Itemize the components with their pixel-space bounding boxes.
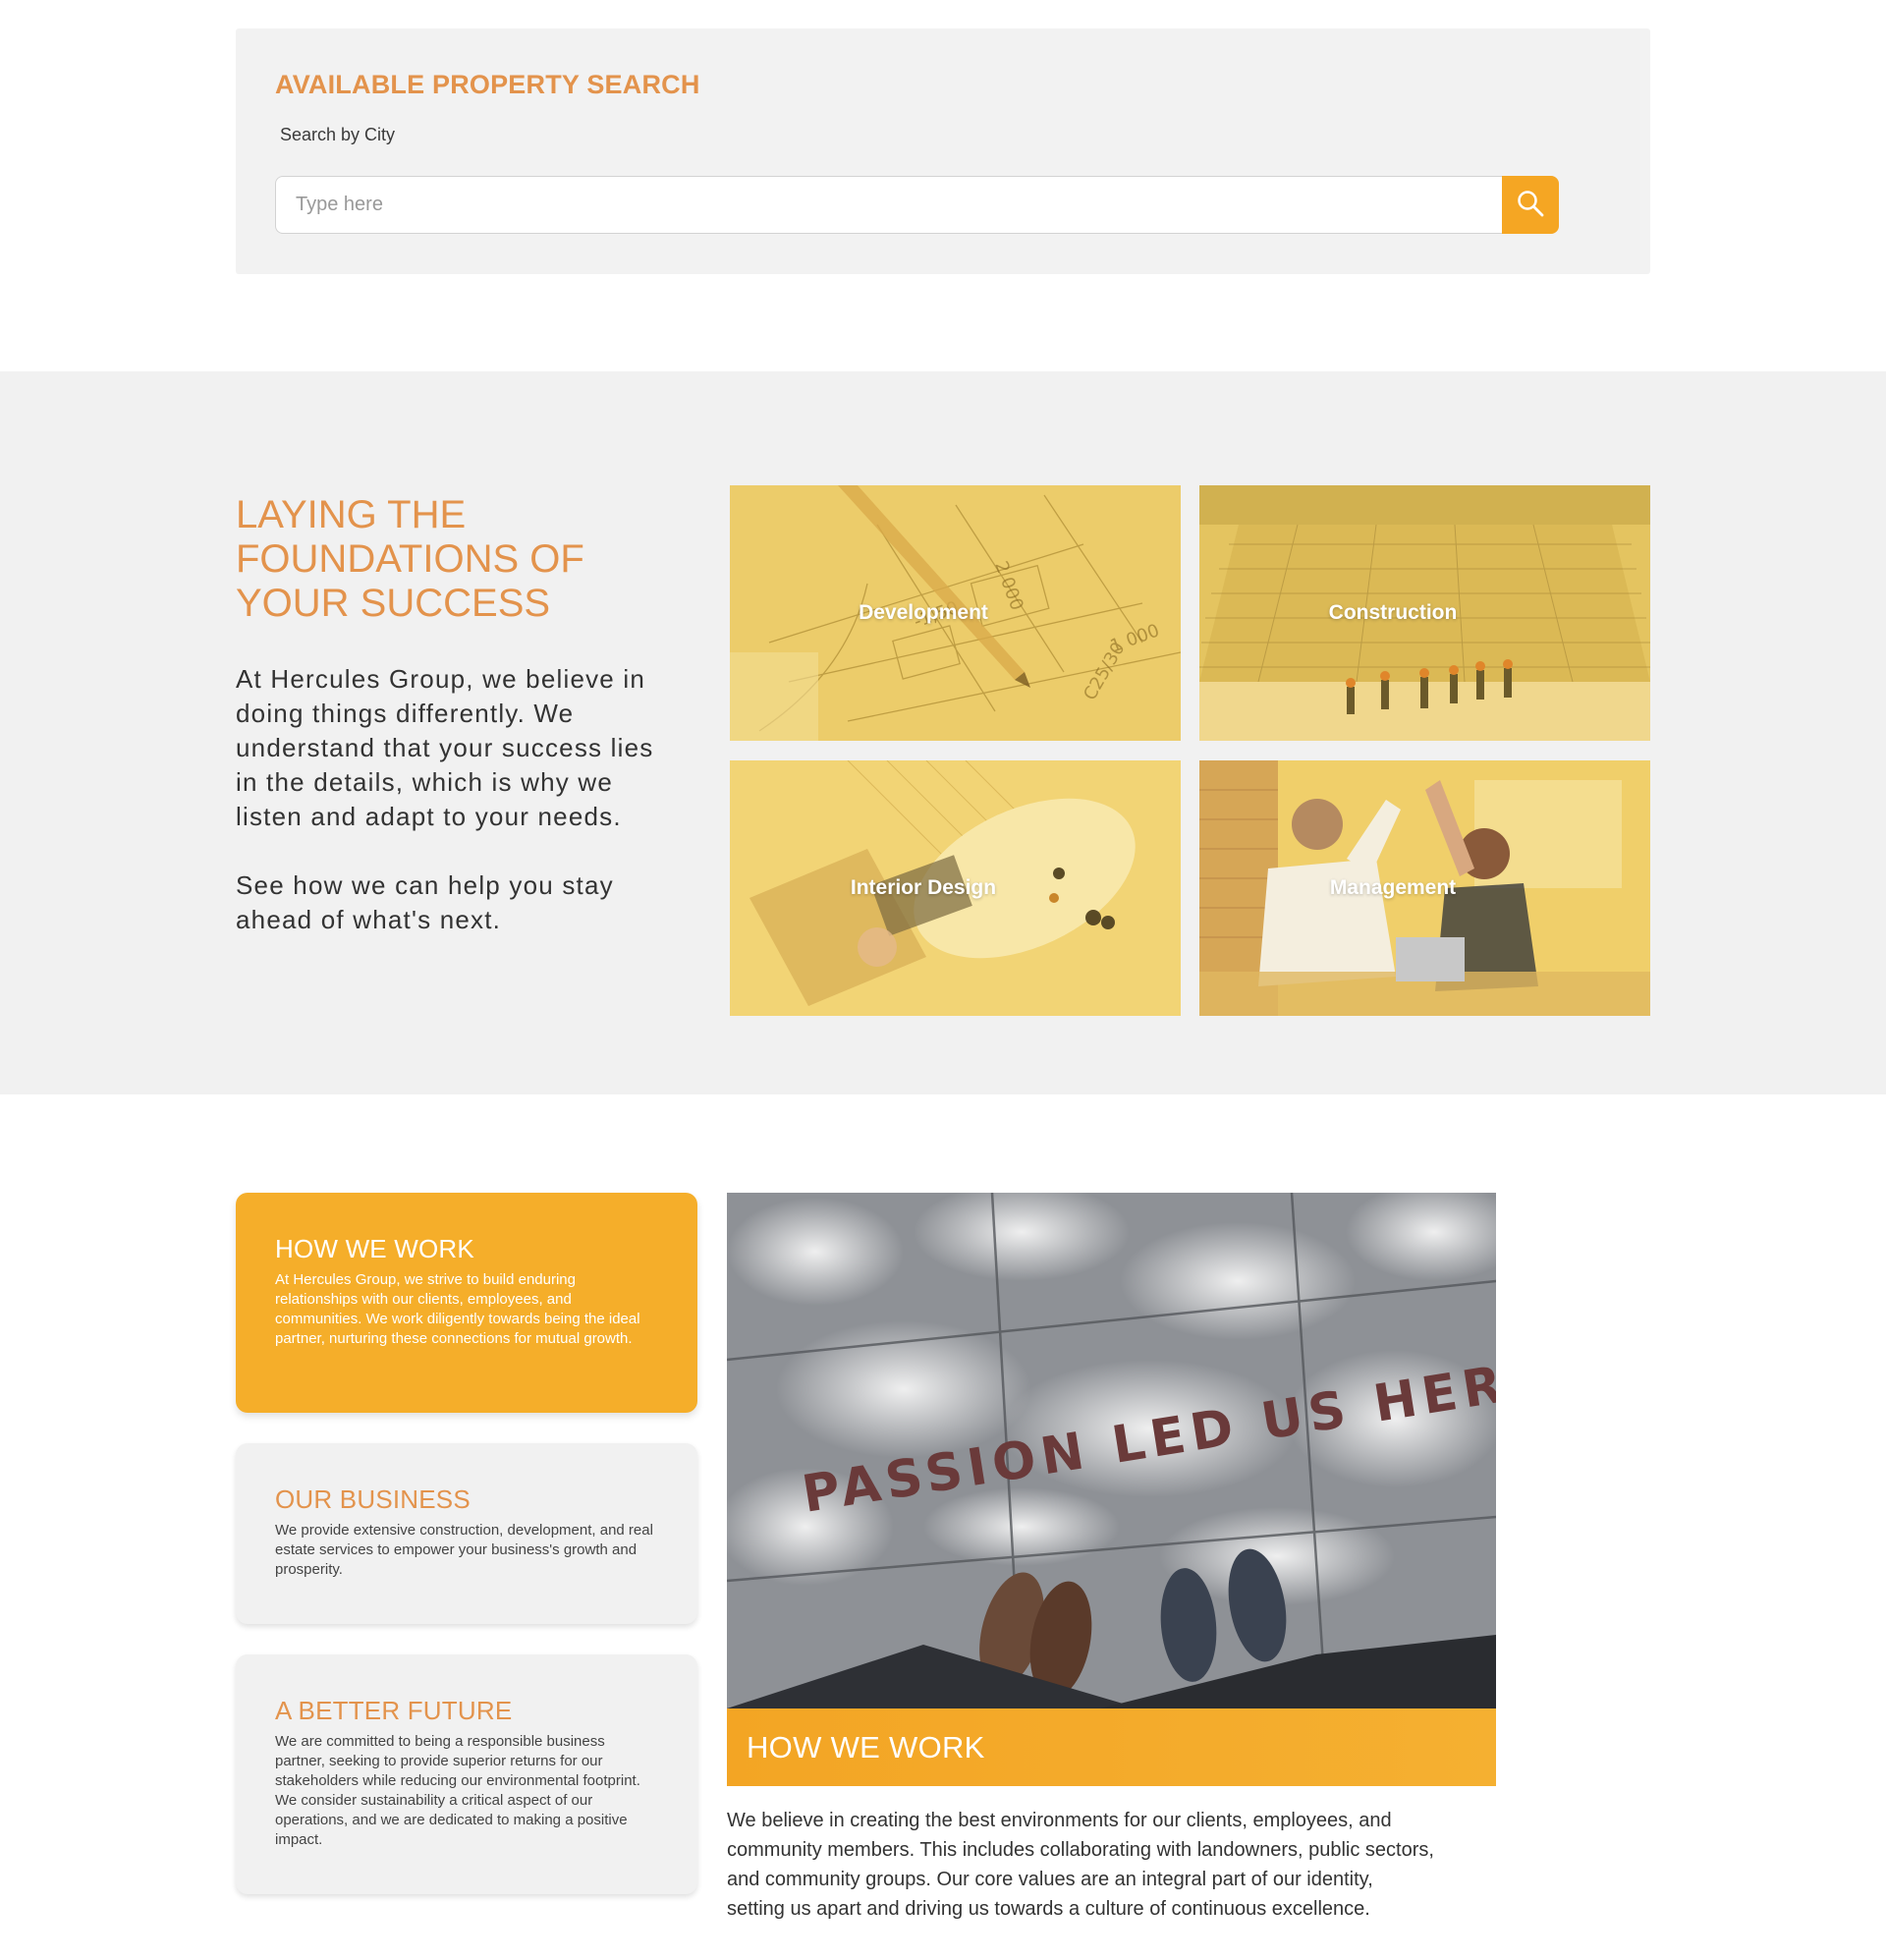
search-label: Search by City [280,125,396,144]
foundations-heading: LAYING THE FOUNDATIONS OF YOUR SUCCESS [236,493,584,625]
city-search-input[interactable] [275,176,1503,234]
card-our-business[interactable]: OUR BUSINESS We provide extensive constr… [236,1443,697,1624]
service-tile-management[interactable]: Management [1199,760,1650,1016]
card-text: At Hercules Group, we strive to build en… [275,1271,640,1347]
card-how-we-work[interactable]: HOW WE WORK At Hercules Group, we strive… [236,1193,697,1413]
search-title: AVAILABLE PROPERTY SEARCH [275,70,700,99]
card-a-better-future[interactable]: A BETTER FUTURE We are committed to bein… [236,1654,697,1894]
feature-banner: HOW WE WORK [727,1708,1496,1786]
tile-label-development: Development [859,601,988,624]
foundations-description: At Hercules Group, we believe in doing t… [236,662,678,937]
tile-label-construction: Construction [1328,601,1458,624]
service-tile-development[interactable]: 2 000 1 000 C25/30 -1,50 Development [730,485,1181,741]
card-title: OUR BUSINESS [275,1484,471,1514]
feature-image: PASSION LED US HERE [727,1193,1496,1708]
card-text: We provide extensive construction, devel… [275,1522,653,1578]
property-search-panel: AVAILABLE PROPERTY SEARCH Search by City [236,28,1650,274]
card-title: HOW WE WORK [275,1234,474,1263]
tile-label-interior-design: Interior Design [850,876,997,899]
foundations-section: LAYING THE FOUNDATIONS OF YOUR SUCCESS A… [0,371,1886,1094]
feature-banner-title: HOW WE WORK [747,1729,985,1764]
service-tile-construction[interactable]: Construction [1199,485,1650,741]
card-title: A BETTER FUTURE [275,1696,513,1725]
tile-label-management: Management [1329,876,1457,899]
card-text: We are committed to being a responsible … [275,1733,640,1848]
search-button[interactable] [1502,176,1559,234]
search-icon [1516,189,1545,221]
foundations-paragraph-2: See how we can help you stay ahead of wh… [236,870,614,934]
foundations-paragraph-1: At Hercules Group, we believe in doing t… [236,664,654,831]
service-tile-interior-design[interactable]: Interior Design [730,760,1181,1016]
feature-description: We believe in creating the best environm… [727,1810,1434,1920]
